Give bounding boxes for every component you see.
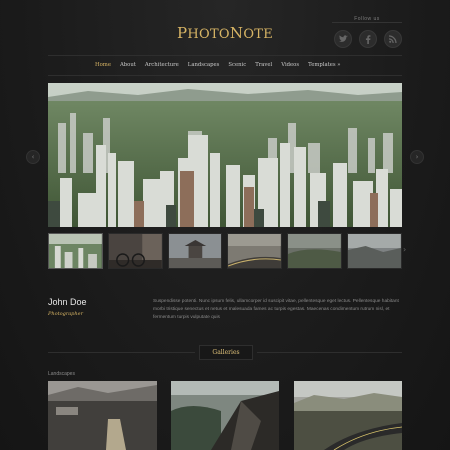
thumbnail-4[interactable] — [227, 233, 283, 269]
nav-templates[interactable]: Templates » — [308, 62, 340, 68]
twitter-icon[interactable] — [334, 30, 352, 48]
nav-about[interactable]: About — [120, 62, 136, 68]
follow-divider — [332, 22, 402, 23]
nav-videos[interactable]: Videos — [281, 62, 299, 68]
author-role: Photographer — [48, 311, 83, 317]
nav-home[interactable]: Home — [95, 62, 111, 68]
gallery-thumb-boardwalk[interactable] — [48, 381, 157, 450]
nav-top-border — [48, 55, 402, 56]
gallery-section-label: Landscapes — [48, 371, 75, 377]
author-bio: Suspendisse potenti. Nunc ipsum felis, u… — [153, 299, 399, 320]
slider-next-button[interactable]: › — [410, 150, 424, 164]
nav-travel[interactable]: Travel — [255, 62, 272, 68]
rss-icon[interactable] — [384, 30, 402, 48]
logo-letter-n: N — [229, 24, 244, 42]
chevron-left-icon: ‹ — [31, 153, 35, 161]
thumbnail-strip — [48, 233, 402, 269]
galleries-divider-right — [257, 352, 402, 353]
nav-landscapes[interactable]: Landscapes — [188, 62, 220, 68]
thumbnail-5[interactable] — [287, 233, 343, 269]
author-name: John Doe — [48, 297, 87, 307]
galleries-heading: Galleries — [199, 345, 253, 360]
gallery-thumb-road[interactable] — [294, 381, 402, 450]
thumbnail-next-icon[interactable]: › — [403, 245, 406, 254]
gallery-thumb-cliffs[interactable] — [171, 381, 279, 450]
logo-text-hoto: HOTO — [187, 27, 230, 42]
chevron-right-icon: › — [415, 153, 419, 161]
thumbnail-3[interactable] — [167, 233, 223, 269]
thumbnail-1[interactable] — [48, 233, 103, 269]
logo-letter-p: P — [176, 24, 188, 42]
main-nav: Home About Architecture Landscapes Sceni… — [95, 59, 341, 71]
facebook-icon[interactable] — [359, 30, 377, 48]
nav-scenic[interactable]: Scenic — [228, 62, 246, 68]
nav-bottom-border — [48, 75, 402, 76]
nav-architecture[interactable]: Architecture — [145, 62, 179, 68]
hero-slide-image[interactable] — [48, 83, 402, 227]
site-logo[interactable]: PHOTONOTE — [0, 24, 450, 42]
galleries-divider-left — [48, 352, 195, 353]
thumbnail-2[interactable] — [107, 233, 163, 269]
slider-prev-button[interactable]: ‹ — [26, 150, 40, 164]
logo-text-ote: OTE — [243, 27, 274, 42]
thumbnail-6[interactable] — [347, 233, 402, 269]
